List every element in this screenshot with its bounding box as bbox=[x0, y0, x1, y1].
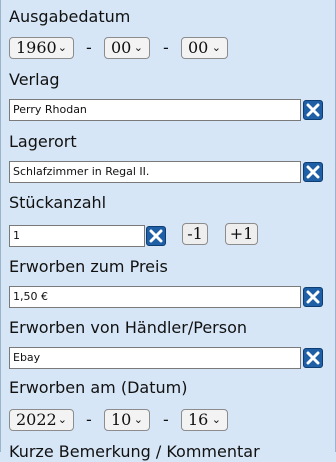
haendler-label: Erworben von Händler/Person bbox=[9, 318, 248, 337]
verlag-input[interactable]: Perry Rhodan bbox=[9, 99, 301, 121]
decrement-button[interactable]: -1 bbox=[182, 223, 208, 245]
clear-haendler-button[interactable] bbox=[303, 348, 323, 368]
chevron-down-icon: ⌄ bbox=[133, 41, 143, 54]
erworben-am-month-value: 10 bbox=[111, 410, 132, 429]
stueckanzahl-label: Stückanzahl bbox=[9, 193, 107, 212]
erworben-am-year-select[interactable]: 2022 ⌄ bbox=[9, 409, 74, 431]
date-separator: - bbox=[163, 410, 169, 429]
clear-x-icon bbox=[306, 290, 320, 304]
chevron-down-icon: ⌄ bbox=[57, 413, 67, 426]
chevron-down-icon: ⌄ bbox=[211, 41, 221, 54]
erworben-am-day-value: 16 bbox=[188, 410, 209, 429]
haendler-input[interactable]: Ebay bbox=[9, 347, 301, 369]
ausgabedatum-year-select[interactable]: 1960 ⌄ bbox=[9, 37, 74, 59]
clear-preis-button[interactable] bbox=[303, 287, 323, 307]
erworben-am-label: Erworben am (Datum) bbox=[9, 378, 188, 397]
clear-lagerort-button[interactable] bbox=[303, 162, 323, 182]
clear-x-icon bbox=[306, 165, 320, 179]
ausgabedatum-month-value: 00 bbox=[111, 38, 132, 57]
lagerort-input[interactable]: Schlafzimmer in Regal II. bbox=[9, 161, 301, 183]
chevron-down-icon: ⌄ bbox=[133, 413, 143, 426]
erworben-am-month-select[interactable]: 10 ⌄ bbox=[104, 409, 150, 431]
ausgabedatum-year-value: 1960 bbox=[16, 38, 57, 57]
clear-x-icon bbox=[149, 229, 163, 243]
ausgabedatum-day-value: 00 bbox=[188, 38, 209, 57]
increment-button[interactable]: +1 bbox=[225, 223, 258, 245]
ausgabedatum-day-select[interactable]: 00 ⌄ bbox=[181, 37, 228, 59]
clear-verlag-button[interactable] bbox=[303, 100, 323, 120]
stueckanzahl-input[interactable]: 1 bbox=[9, 225, 145, 247]
preis-label: Erworben zum Preis bbox=[9, 257, 168, 276]
lagerort-label: Lagerort bbox=[9, 132, 77, 151]
bemerkung-label: Kurze Bemerkung / Kommentar bbox=[9, 442, 260, 461]
date-separator: - bbox=[163, 38, 169, 57]
erworben-am-day-select[interactable]: 16 ⌄ bbox=[181, 409, 228, 431]
date-separator: - bbox=[86, 38, 92, 57]
ausgabedatum-month-select[interactable]: 00 ⌄ bbox=[104, 37, 150, 59]
clear-x-icon bbox=[306, 351, 320, 365]
clear-stueckanzahl-button[interactable] bbox=[146, 226, 166, 246]
ausgabedatum-label: Ausgabedatum bbox=[9, 7, 131, 26]
verlag-label: Verlag bbox=[9, 70, 60, 89]
erworben-am-year-value: 2022 bbox=[16, 410, 57, 429]
preis-input[interactable]: 1,50 € bbox=[9, 286, 301, 308]
clear-x-icon bbox=[306, 103, 320, 117]
date-separator: - bbox=[86, 410, 92, 429]
chevron-down-icon: ⌄ bbox=[211, 413, 221, 426]
chevron-down-icon: ⌄ bbox=[57, 41, 67, 54]
